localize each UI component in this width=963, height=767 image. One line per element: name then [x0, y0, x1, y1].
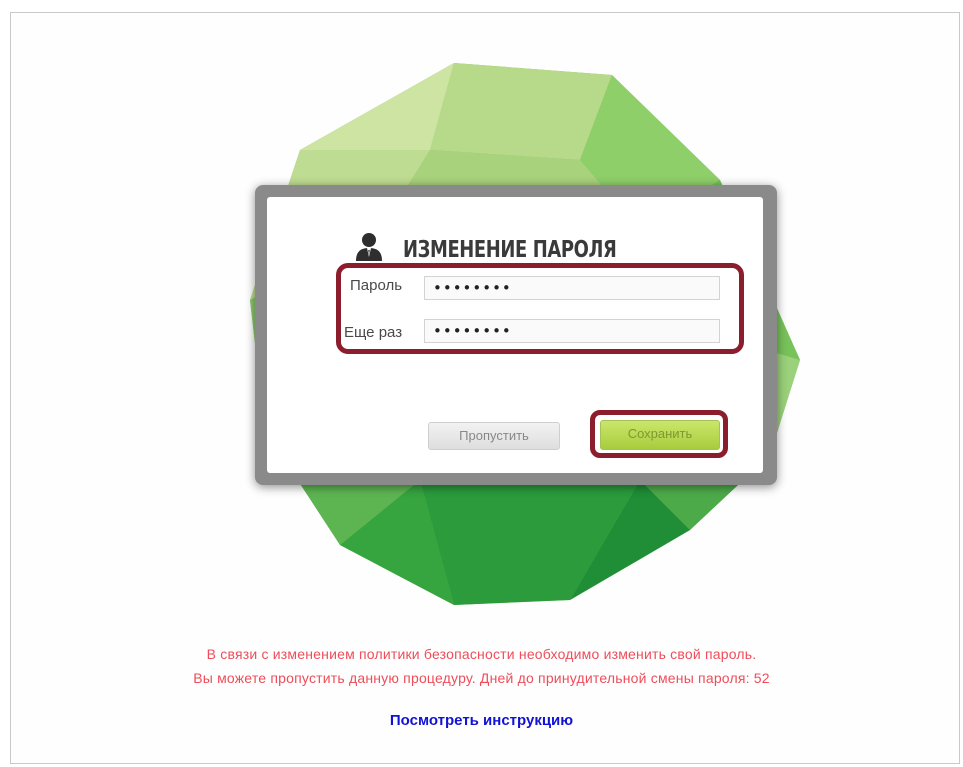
security-notice-line-1: В связи с изменением политики безопаснос…	[206, 646, 757, 662]
security-notice-line-2: Вы можете пропустить данную процедуру. Д…	[193, 670, 770, 686]
view-instruction-link[interactable]: Посмотреть инструкцию	[0, 712, 963, 729]
dialog-header: ИЗМЕНЕНИЕ ПАРОЛЯ	[267, 231, 763, 271]
skip-button[interactable]: Пропустить	[428, 422, 560, 450]
repeat-password-input[interactable]	[424, 319, 720, 343]
password-input[interactable]	[424, 276, 720, 300]
save-button[interactable]: Сохранить	[600, 420, 720, 450]
user-icon	[353, 231, 385, 268]
dialog-title: ИЗМЕНЕНИЕ ПАРОЛЯ	[403, 236, 617, 263]
repeat-password-label: Еще раз	[344, 324, 403, 341]
password-label: Пароль	[350, 277, 403, 294]
